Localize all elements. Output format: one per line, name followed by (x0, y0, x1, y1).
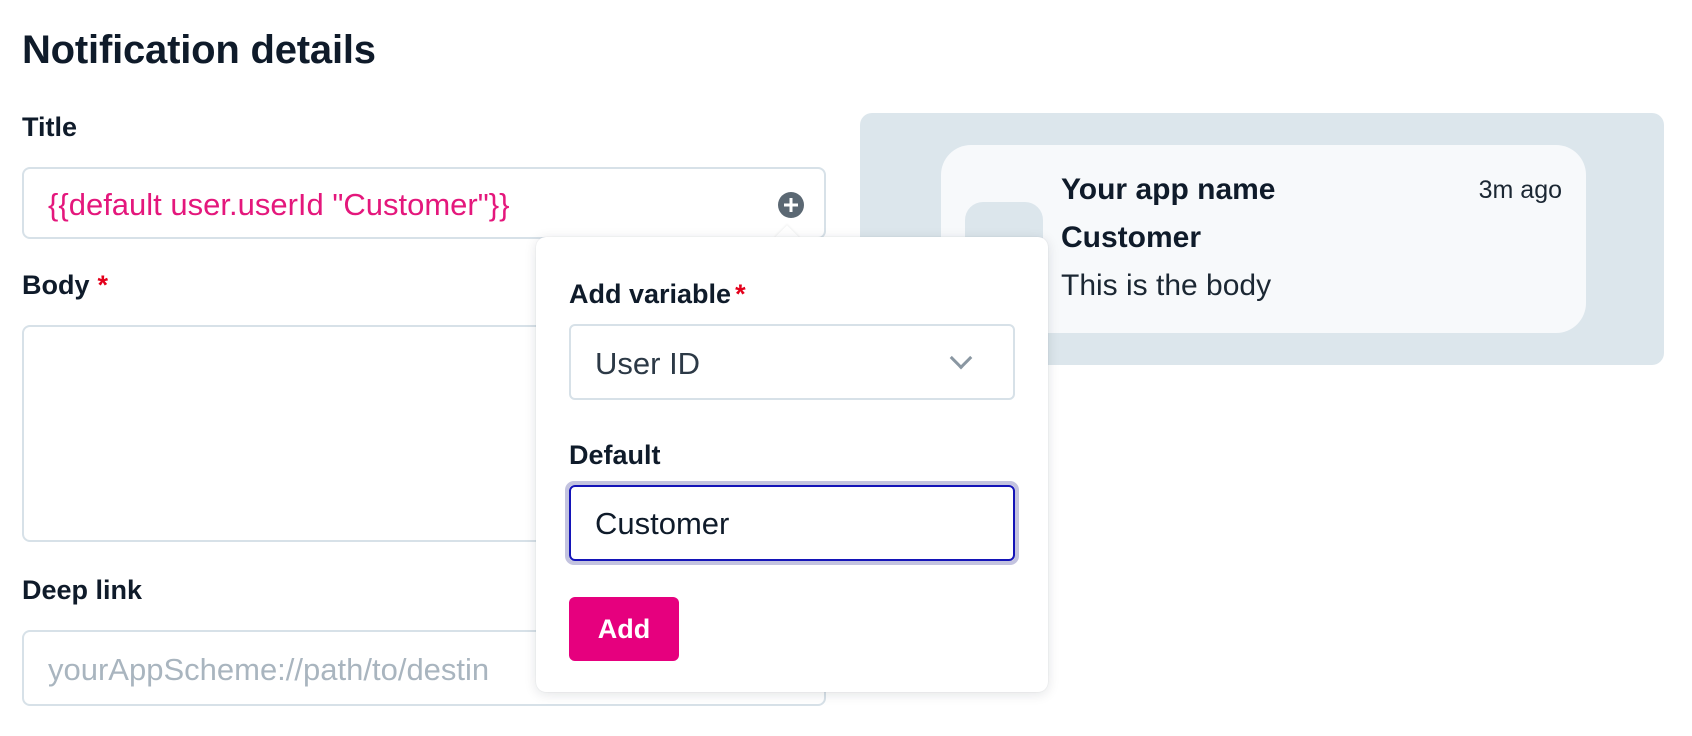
add-variable-label: Add variable * (569, 279, 746, 310)
add-variable-label-text: Add variable (569, 279, 732, 309)
page-title: Notification details (22, 28, 376, 72)
title-input[interactable]: {{default user.userId "Customer"}} (22, 167, 826, 239)
default-input[interactable]: Customer (569, 485, 1015, 561)
plus-circle-icon[interactable] (778, 192, 804, 218)
deeplink-placeholder: yourAppScheme://path/to/destin (48, 652, 490, 687)
title-input-value: {{default user.userId "Customer"}} (48, 187, 510, 222)
variable-select[interactable]: User ID (569, 324, 1015, 400)
add-variable-popover: Add variable * User ID Default Customer A… (536, 237, 1048, 692)
body-label-text: Body (22, 270, 90, 300)
default-label: Default (569, 440, 661, 471)
notification-app-name: Your app name (1061, 173, 1276, 206)
required-marker: * (97, 270, 109, 300)
deeplink-label-text: Deep link (22, 575, 143, 605)
default-label-text: Default (569, 440, 661, 470)
chevron-down-icon (949, 346, 973, 370)
add-button[interactable]: Add (569, 597, 679, 661)
default-input-value: Customer (595, 506, 730, 541)
notification-time: 3m ago (1478, 176, 1562, 204)
title-label: Title (22, 112, 77, 143)
variable-select-value: User ID (595, 346, 701, 381)
notification-body: This is the body (1061, 269, 1272, 302)
title-label-text: Title (22, 112, 78, 142)
deeplink-label: Deep link (22, 575, 142, 606)
required-marker: * (735, 279, 746, 309)
notification-title: Customer (1061, 221, 1202, 254)
body-label: Body * (22, 270, 108, 301)
